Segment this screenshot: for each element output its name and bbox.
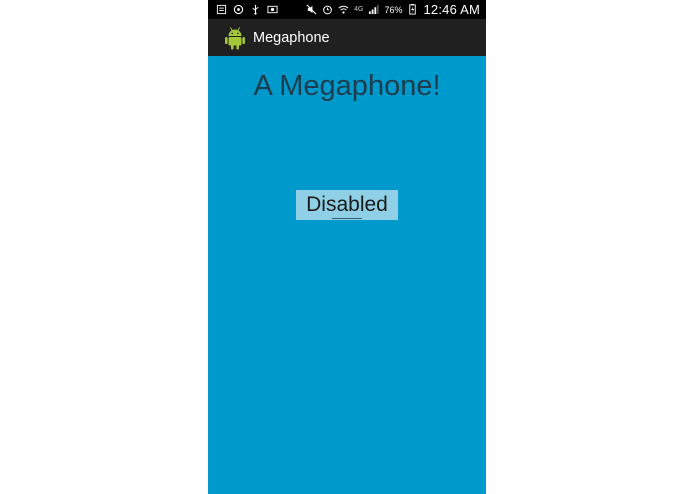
usb-icon xyxy=(250,4,261,16)
status-notifications xyxy=(208,4,278,16)
notification-icon xyxy=(216,4,227,16)
clock: 12:46 AM xyxy=(423,2,480,17)
alarm-icon xyxy=(322,4,333,16)
status-system: 4G 76% 12:46 AM xyxy=(306,2,486,17)
status-bar: 4G 76% 12:46 AM xyxy=(208,0,486,19)
photo-icon xyxy=(267,4,278,16)
disabled-button-label: Disabled xyxy=(306,193,388,216)
signal-icon xyxy=(368,4,379,16)
wifi-icon xyxy=(338,4,349,16)
action-bar: Megaphone xyxy=(208,19,486,56)
android-icon[interactable] xyxy=(224,26,246,50)
phone-screen: 4G 76% 12:46 AM Megaphone A Megaphone! D… xyxy=(208,0,486,494)
app-title: Megaphone xyxy=(253,29,330,46)
mute-icon xyxy=(306,4,317,16)
battery-icon xyxy=(407,4,418,16)
network-type-label: 4G xyxy=(354,6,364,13)
sync-icon xyxy=(233,4,244,16)
headline-text: A Megaphone! xyxy=(253,70,441,102)
battery-percent: 76% xyxy=(384,4,403,15)
text-cursor-underline xyxy=(332,218,362,219)
disabled-button[interactable]: Disabled xyxy=(296,190,398,220)
